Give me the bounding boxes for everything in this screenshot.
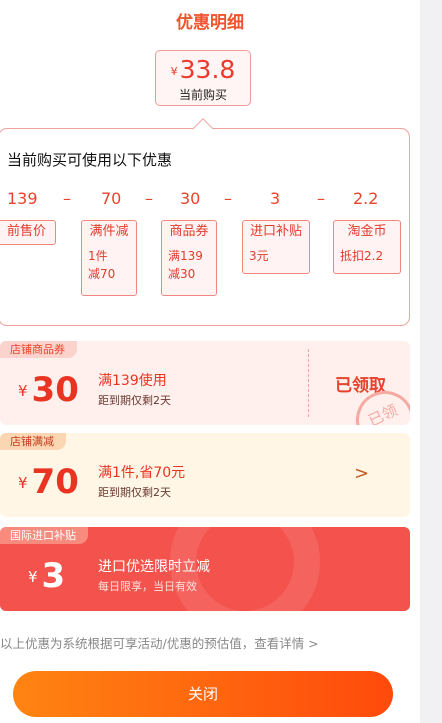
chip-label: 满件减 [89, 224, 129, 239]
chip-quantity-discount: 满件减 1件 减70 [81, 220, 137, 296]
chevron-right-icon[interactable]: > [354, 463, 369, 484]
coupon-import-subsidy[interactable]: 国际进口补贴 ¥3 进口优选限时立减 每日限享，当日有效 [0, 527, 410, 611]
chip-product-coupon: 商品券 满139 减30 [161, 220, 217, 296]
chip-detail: 1件 减70 [88, 249, 116, 281]
panel-pointer [193, 118, 213, 138]
discount-calculation-panel: 当前购买可使用以下优惠 139 – 70 – 30 – 3 – 2.2 前售价 … [0, 118, 410, 326]
currency-symbol: ¥ [170, 65, 178, 78]
calc-number-quantity-discount: 70 [101, 189, 122, 208]
coupon-value: ¥3 [28, 556, 66, 596]
chip-detail: 抵扣2.2 [340, 249, 384, 263]
coupon-store-discount[interactable]: 店铺满减 ¥70 满1件,省70元 距到期仅剩2天 > [0, 433, 410, 517]
chip-detail: 满139 减30 [168, 249, 203, 281]
coupon-tag: 店铺商品券 [0, 341, 77, 358]
current-price-value: 33.8 [179, 55, 236, 84]
chip-import-subsidy: 进口补贴 3元 [242, 220, 310, 274]
calc-number-import-subsidy: 3 [270, 189, 281, 208]
chip-original-price: 前售价 [0, 220, 56, 245]
coupon-condition: 进口优选限时立减 [98, 559, 210, 575]
estimate-note-link[interactable]: 以上优惠为系统根据可享活动/优惠的预估值，查看详情 > [0, 633, 319, 652]
chip-taojinbi: 淘金币 抵扣2.2 [333, 220, 401, 274]
calc-number-taojinbi: 2.2 [353, 189, 379, 208]
current-price-box: ¥33.8 当前购买 [155, 50, 251, 106]
chip-detail: 3元 [249, 249, 269, 263]
coupon-value: ¥70 [18, 462, 79, 502]
chip-label: 前售价 [6, 224, 46, 239]
minus-operator: – [317, 189, 325, 208]
coupon-expiry: 每日限享，当日有效 [98, 580, 197, 593]
minus-operator: – [145, 189, 153, 208]
close-button[interactable]: 关闭 [13, 671, 393, 717]
coupon-condition: 满139使用 [98, 373, 167, 389]
chip-label: 进口补贴 [249, 224, 302, 239]
coupon-divider [308, 349, 309, 417]
sheet-title: 优惠明细 [176, 13, 244, 33]
calc-number-original-price: 139 [7, 189, 38, 208]
calculation-heading: 当前购买可使用以下优惠 [7, 151, 173, 169]
discount-detail-sheet: 优惠明细 ¥33.8 当前购买 当前购买可使用以下优惠 139 – 70 – 3… [0, 0, 420, 723]
coupon-condition: 满1件,省70元 [98, 465, 186, 481]
coupon-store-product[interactable]: 店铺商品券 ¥30 满139使用 距到期仅剩2天 已领取 已领 [0, 341, 410, 425]
minus-operator: – [63, 189, 71, 208]
coupon-expiry: 距到期仅剩2天 [98, 394, 171, 407]
coupon-tag: 店铺满减 [0, 433, 66, 450]
coupon-tag: 国际进口补贴 [0, 527, 88, 544]
current-price: ¥33.8 [156, 54, 250, 88]
coupon-expiry: 距到期仅剩2天 [98, 486, 171, 499]
minus-operator: – [224, 189, 232, 208]
calc-number-product-coupon: 30 [180, 189, 201, 208]
current-price-label: 当前购买 [178, 88, 227, 102]
chip-label: 淘金币 [347, 224, 387, 239]
coupon-value: ¥30 [18, 370, 79, 410]
chip-label: 商品券 [169, 224, 209, 239]
